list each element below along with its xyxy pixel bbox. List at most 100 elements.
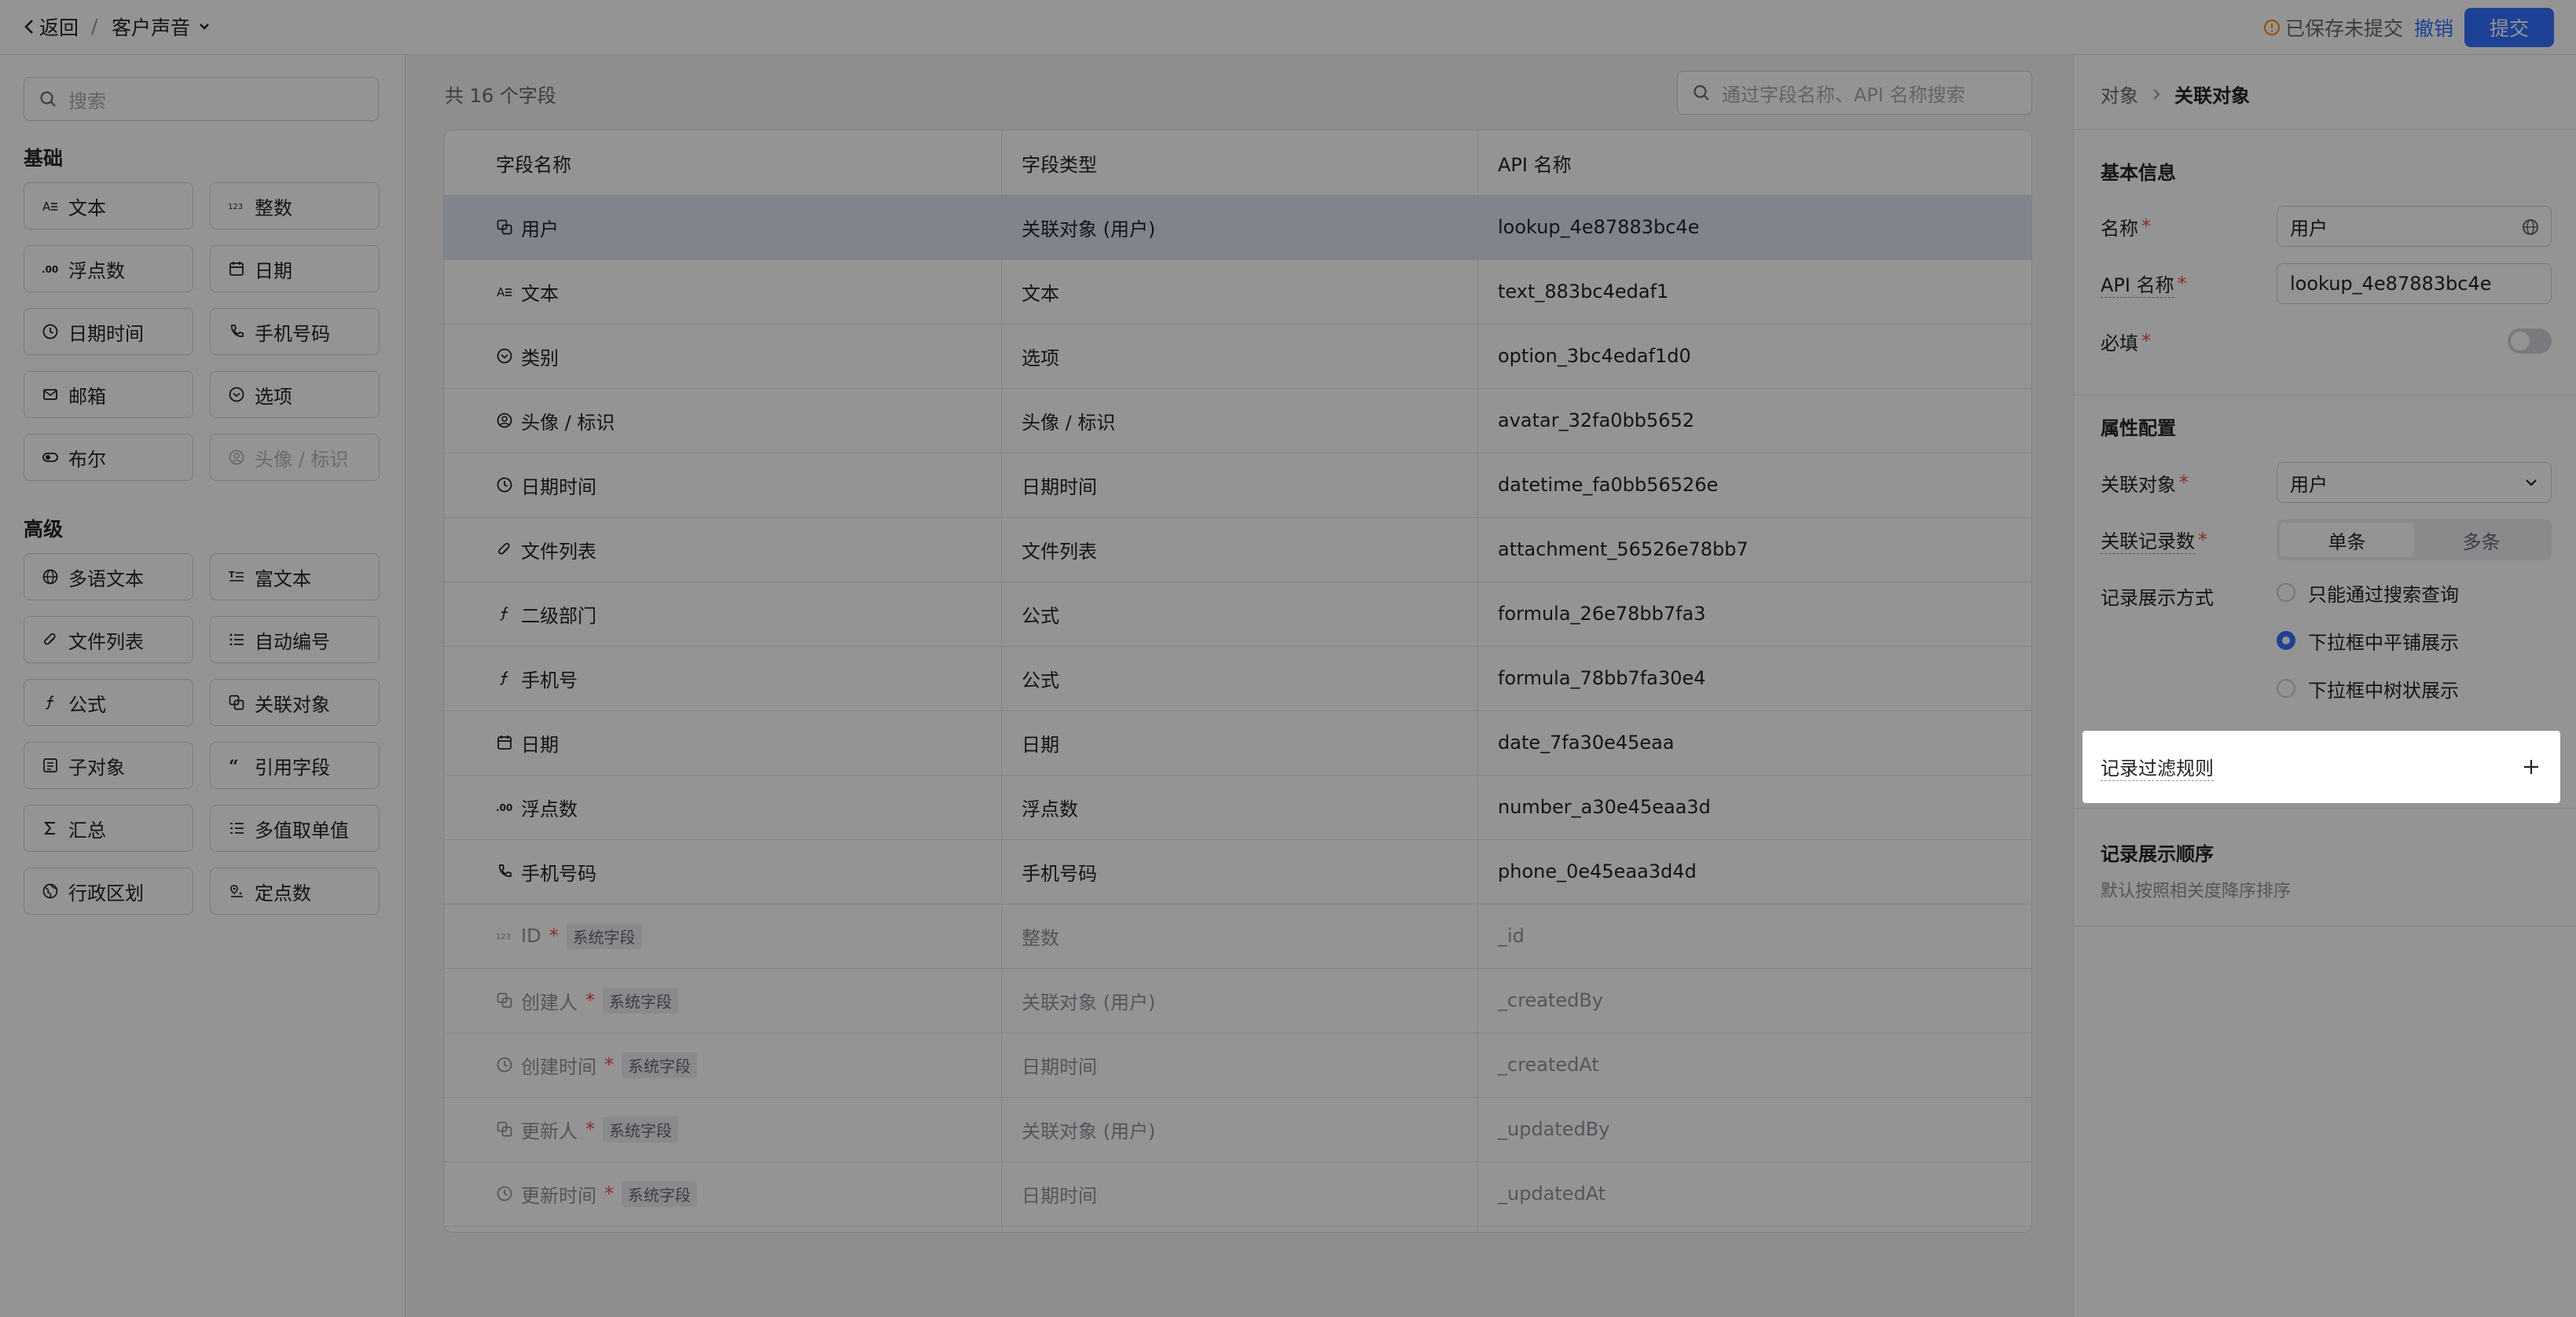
submit-button[interactable]: 提交 [2464,8,2554,47]
svg-text:.00: .00 [496,802,512,813]
field-name-text: 创建人 [521,991,578,1014]
palette-item-label: 选项 [255,385,292,408]
palette-item-autonumber[interactable]: 自动编号 [210,616,380,663]
display-mode-option-label: 下拉框中平铺展示 [2308,631,2459,654]
field-name-text: 更新时间 [521,1184,596,1207]
svg-text:“: “ [229,757,239,774]
table-row[interactable]: 更新时间 * 系统字段 日期时间 _updatedAt [444,1161,2031,1227]
table-row[interactable]: 头像 / 标识 头像 / 标识 avatar_32fa0bb5652 [444,388,2031,453]
cell-field-type: 日期 [1022,733,1059,756]
option-icon [228,386,245,403]
svg-text:T: T [229,570,235,580]
plus-icon[interactable] [2522,758,2541,776]
attachment-icon [496,541,513,558]
table-row[interactable]: 用户 关联对象 (用户) lookup_4e87883bc4e [444,195,2031,260]
table-row[interactable]: 类别 选项 option_3bc4edaf1d0 [444,324,2031,389]
translate-globe-icon[interactable] [2521,218,2540,237]
table-row[interactable]: 日期 日期 date_7fa30e45eaa [444,710,2031,776]
palette-item-text[interactable]: A 文本 [24,182,193,229]
breadcrumb-current: 关联对象 [2174,85,2250,107]
cell-api-name: attachment_56526e78bb7 [1498,538,1749,560]
radio-button[interactable] [2277,631,2295,650]
cell-api-name: _updatedBy [1498,1118,1610,1140]
palette-item-quote[interactable]: “ 引用字段 [210,742,380,789]
radio-button[interactable] [2277,583,2295,602]
cell-api-name: formula_78bb7fa30e4 [1498,667,1706,689]
palette-item-option[interactable]: 选项 [210,371,380,418]
table-row[interactable]: 123 ID * 系统字段 整数 _id [444,904,2031,969]
field-name-text: 日期时间 [521,475,596,498]
palette-item-label: 整数 [255,196,292,219]
record-count-multiple[interactable]: 多条 [2414,523,2548,557]
app-switcher[interactable]: 客户声音 [112,11,212,42]
palette-item-calendar[interactable]: 日期 [210,245,380,292]
field-search-input[interactable]: 通过字段名称、API 名称搜索 [1677,71,2032,115]
name-input[interactable]: 用户 [2277,206,2552,247]
cell-field-type: 文本 [1022,282,1059,305]
palette-item-list[interactable]: 多值取单值 [210,805,380,852]
palette-item-richtext[interactable]: T 富文本 [210,553,380,600]
cell-api-name: phone_0e45eaa3d4d [1498,860,1697,882]
breadcrumb: 对象 关联对象 [2101,80,2250,108]
palette-item-globe[interactable]: 多语文本 [24,553,193,600]
system-field-badge: 系统字段 [566,923,642,949]
palette-item-fixed-point[interactable]: 定点数 [210,868,380,915]
integer-icon: 123 [228,197,245,215]
palette-item-integer[interactable]: 123 整数 [210,182,380,229]
phone-icon [496,863,513,880]
column-header-type: 字段类型 [1022,153,1097,176]
palette-item-lookup[interactable]: 关联对象 [210,679,380,726]
palette-item-region[interactable]: 行政区划 [24,868,193,915]
cell-field-type: 日期时间 [1022,1184,1097,1207]
api-name-input[interactable]: lookup_4e87883bc4e [2277,263,2552,304]
palette-item-toggle[interactable]: 布尔 [24,434,193,481]
record-count-single[interactable]: 单条 [2280,523,2414,557]
table-row[interactable]: 更新人 * 系统字段 关联对象 (用户) _updatedBy [444,1097,2031,1162]
cell-api-name: _id [1498,925,1525,947]
record-count-label: 关联记录数 * [2101,520,2207,559]
api-name-value: lookup_4e87883bc4e [2290,273,2492,295]
table-row[interactable]: 日期时间 日期时间 datetime_fa0bb56526e [444,453,2031,518]
palette-item-clock[interactable]: 日期时间 [24,308,193,355]
table-row[interactable]: 手机号码 手机号码 phone_0e45eaa3d4d [444,839,2031,904]
palette-item-phone[interactable]: 手机号码 [210,308,380,355]
palette-item-label: 定点数 [255,882,311,904]
table-row[interactable]: 文件列表 文件列表 attachment_56526e78bb7 [444,517,2031,582]
cell-api-name: option_3bc4edaf1d0 [1498,345,1691,367]
display-mode-option-label: 只能通过搜索查询 [2308,583,2459,606]
filter-rule-row[interactable]: 记录过滤规则 [2083,731,2561,803]
table-row[interactable]: 创建人 * 系统字段 关联对象 (用户) _createdBy [444,968,2031,1033]
cell-field-type: 整数 [1022,926,1059,949]
table-row[interactable]: 二级部门 公式 formula_26e78bb7fa3 [444,581,2031,647]
required-toggle[interactable] [2508,328,2552,354]
palette-item-decimal[interactable]: .00 浮点数 [24,245,193,292]
display-mode-option[interactable]: 只能通过搜索查询 [2277,577,2459,608]
calendar-icon [228,260,245,277]
field-name-text: 创建时间 [521,1055,596,1078]
table-row[interactable]: 创建时间 * 系统字段 日期时间 _createdAt [444,1033,2031,1098]
palette-item-label: 布尔 [68,448,106,471]
api-name-label-text: API 名称 [2101,270,2174,298]
breadcrumb-parent[interactable]: 对象 [2101,80,2138,108]
table-row[interactable]: .00 浮点数 浮点数 number_a30e45eaa3d [444,775,2031,840]
palette-item-label: 引用字段 [255,756,330,779]
required-label-text: 必填 [2101,332,2138,354]
back-button[interactable]: 返回 [22,11,79,42]
cell-field-type: 浮点数 [1022,798,1078,820]
palette-item-mail[interactable]: 邮箱 [24,371,193,418]
table-row[interactable]: A 文本 文本 text_883bc4edaf1 [444,259,2031,325]
palette-item-formula[interactable]: 公式 [24,679,193,726]
undo-button[interactable]: 撤销 [2414,13,2453,42]
display-mode-option[interactable]: 下拉框中树状展示 [2277,673,2459,704]
palette-item-subobject[interactable]: 子对象 [24,742,193,789]
radio-button[interactable] [2277,679,2295,698]
palette-item-sigma[interactable]: 汇总 [24,805,193,852]
lookup-object-select[interactable]: 用户 [2277,462,2552,503]
record-count-single-label: 单条 [2328,530,2366,553]
palette-item-attachment[interactable]: 文件列表 [24,616,193,663]
palette-search-input[interactable]: 搜索 [24,77,379,121]
cell-api-name: datetime_fa0bb56526e [1498,474,1719,496]
table-row[interactable]: 手机号 公式 formula_78bb7fa30e4 [444,646,2031,711]
name-label-text: 名称 [2101,217,2138,240]
display-mode-option[interactable]: 下拉框中平铺展示 [2277,625,2459,656]
